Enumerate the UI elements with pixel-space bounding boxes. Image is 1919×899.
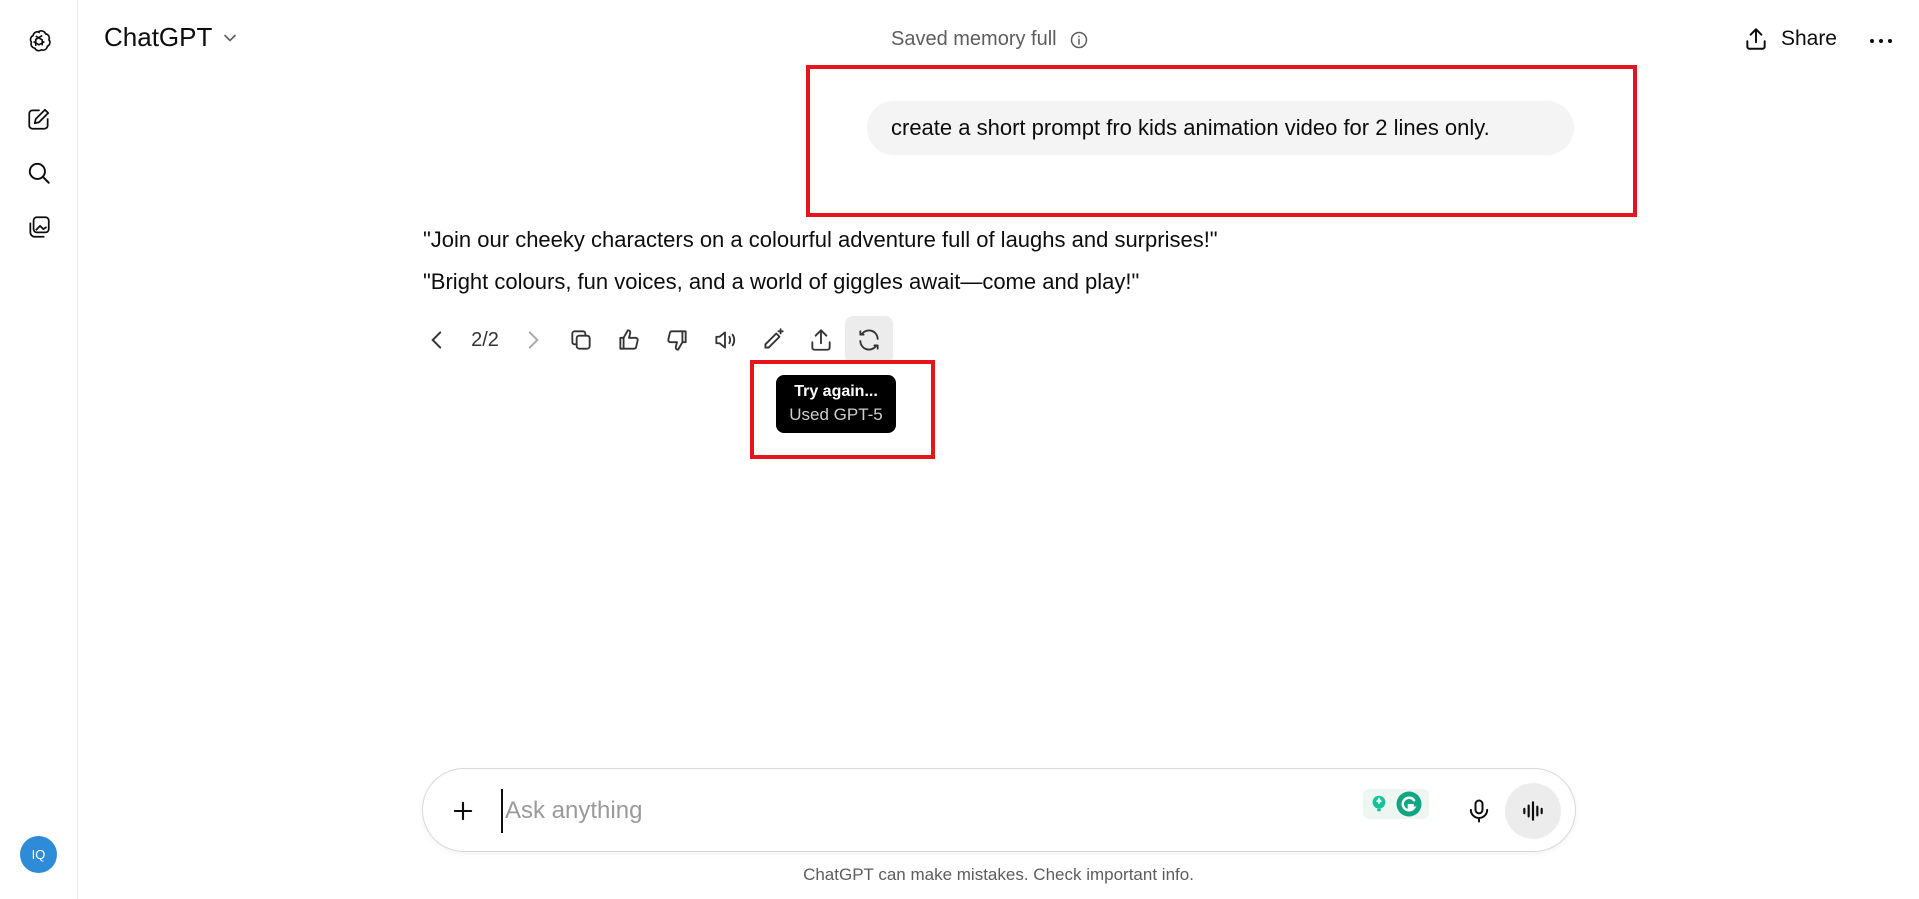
chevron-down-icon xyxy=(224,34,237,42)
share-button[interactable]: Share xyxy=(1743,26,1837,52)
user-message-text: create a short prompt fro kids animation… xyxy=(891,115,1490,140)
chevron-left-icon[interactable] xyxy=(413,316,461,364)
openai-logo-icon[interactable] xyxy=(19,21,59,61)
model-picker[interactable]: ChatGPT xyxy=(104,22,240,53)
grammarly-icon[interactable] xyxy=(1363,789,1429,819)
search-icon[interactable] xyxy=(19,153,59,193)
tooltip-subtitle: Used GPT-5 xyxy=(789,405,883,424)
disclaimer: ChatGPT can make mistakes. Check importa… xyxy=(803,865,1194,884)
read-aloud-icon[interactable] xyxy=(701,316,749,364)
share-icon xyxy=(1746,28,1766,50)
tooltip-title: Try again... xyxy=(794,383,878,400)
prompt-input[interactable] xyxy=(501,789,1261,833)
mic-icon[interactable] xyxy=(1459,791,1499,831)
user-message: create a short prompt fro kids animation… xyxy=(867,101,1574,155)
library-icon[interactable] xyxy=(19,207,59,247)
thumbs-down-icon[interactable] xyxy=(653,316,701,364)
plus-icon[interactable] xyxy=(443,791,483,831)
more-icon[interactable] xyxy=(1865,26,1897,56)
copy-icon[interactable] xyxy=(557,316,605,364)
voice-mode-icon[interactable] xyxy=(1505,783,1561,839)
memory-status-label: Saved memory full xyxy=(891,28,1057,50)
assistant-line-1: "Join our cheeky characters on a colourf… xyxy=(423,227,1218,252)
export-icon[interactable] xyxy=(797,316,845,364)
regenerate-icon[interactable] xyxy=(845,316,893,364)
assistant-line-2: "Bright colours, fun voices, and a world… xyxy=(423,269,1140,294)
model-name: ChatGPT xyxy=(104,22,213,52)
regenerate-tooltip: Try again... Used GPT-5 xyxy=(776,375,896,433)
sidebar: IQ xyxy=(0,0,78,899)
new-chat-icon[interactable] xyxy=(19,99,59,139)
composer xyxy=(422,768,1576,852)
response-pager: 2/2 xyxy=(471,328,499,351)
response-actions: 2/2 xyxy=(413,316,893,364)
share-label: Share xyxy=(1780,27,1837,50)
edit-icon[interactable] xyxy=(749,316,797,364)
chevron-right-icon[interactable] xyxy=(509,316,557,364)
memory-status[interactable]: Saved memory full xyxy=(891,28,1089,51)
info-icon[interactable] xyxy=(1069,30,1089,50)
thumbs-up-icon[interactable] xyxy=(605,316,653,364)
